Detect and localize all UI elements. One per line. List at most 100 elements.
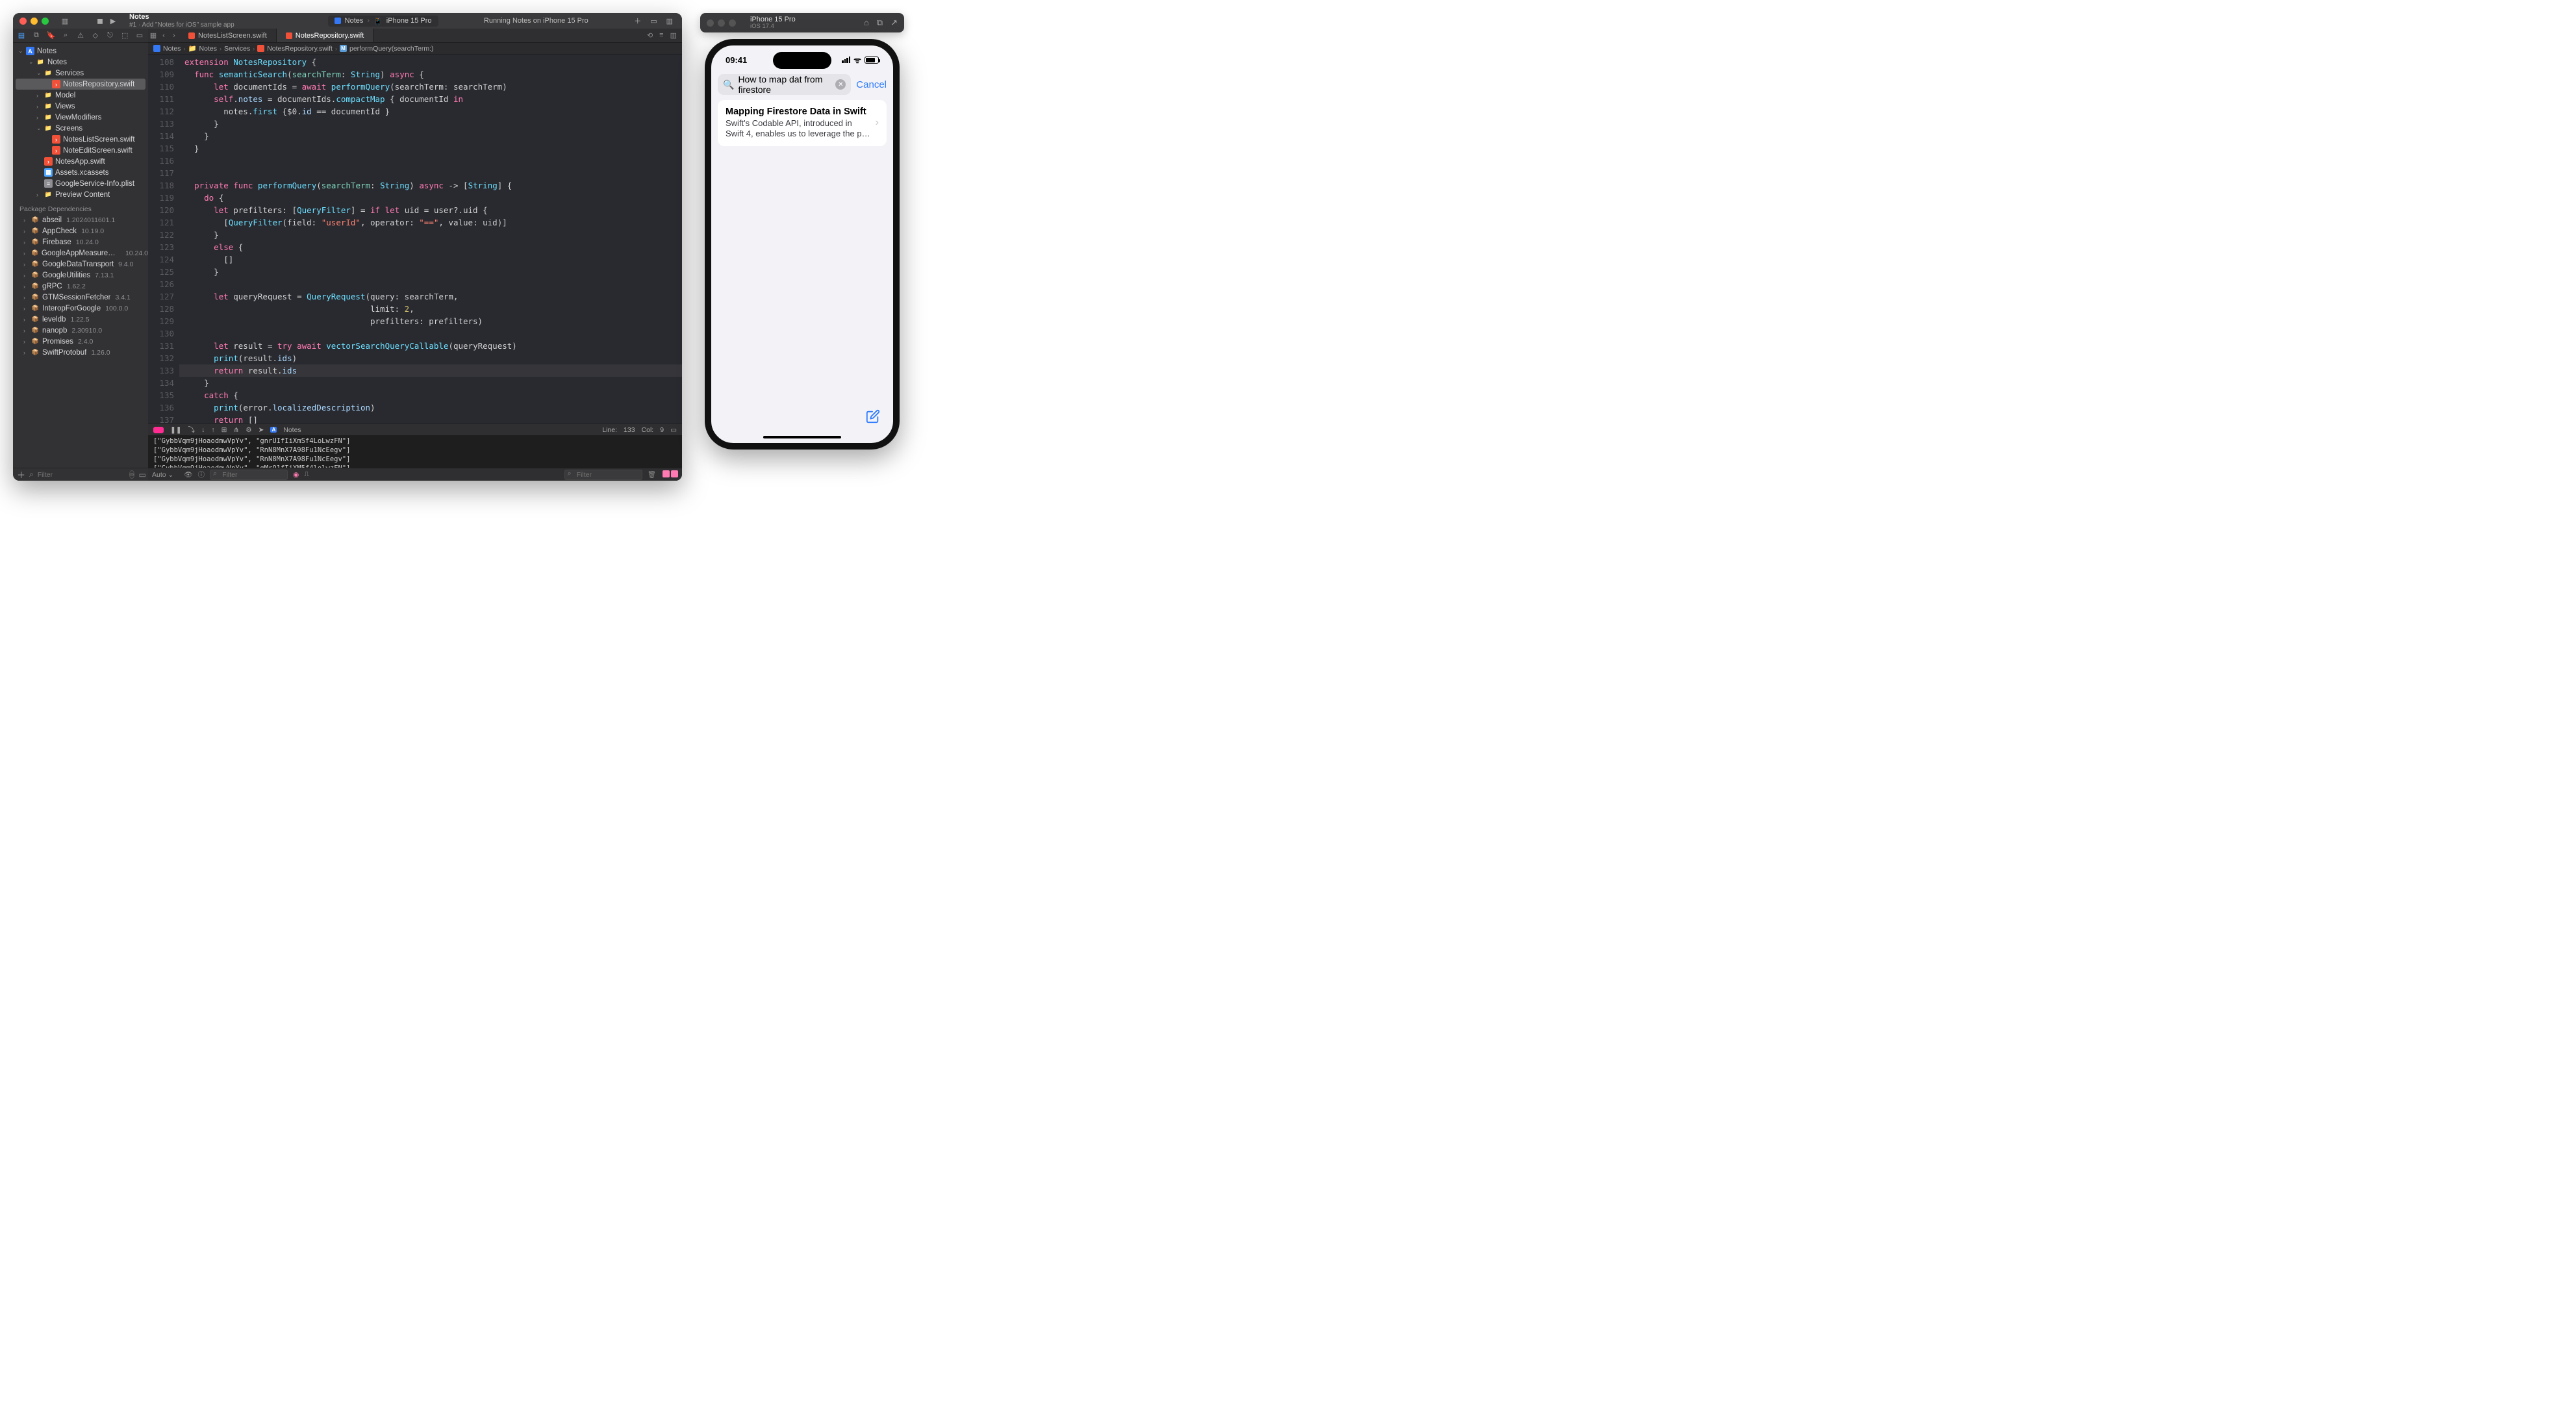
zoom-window-icon[interactable]	[42, 18, 49, 25]
variables-filter-input[interactable]	[210, 470, 288, 480]
scheme-selector[interactable]: Notes › 📱 iPhone 15 Pro	[328, 16, 438, 27]
breakpoint-toggle-icon[interactable]	[153, 427, 164, 433]
eye-icon[interactable]: 👁	[184, 470, 192, 479]
step-into-icon[interactable]: ↓	[201, 426, 205, 434]
home-icon[interactable]: ⌂	[864, 18, 869, 28]
debug-view-icon[interactable]: ⊞	[221, 426, 227, 434]
recent-filter-icon[interactable]: ⊙	[129, 470, 135, 479]
issues-icon[interactable]: ⚠	[76, 31, 85, 40]
compose-button[interactable]	[866, 409, 880, 427]
tree-item[interactable]: ⌄📁Screens	[13, 123, 148, 134]
run-button[interactable]: ▶	[108, 16, 118, 25]
screenshot-icon[interactable]: ⧉	[877, 18, 883, 28]
find-icon[interactable]: ⌕	[61, 31, 70, 40]
editor-tab[interactable]: NotesRepository.swift	[277, 29, 374, 42]
package-item[interactable]: ›📦Promises2.4.0	[13, 336, 148, 347]
window-traffic-lights[interactable]	[19, 18, 49, 25]
pause-icon[interactable]: ❚❚	[170, 426, 182, 434]
bookmark-icon[interactable]: 🔖	[47, 31, 56, 40]
tree-item[interactable]: ›📁Views	[13, 101, 148, 112]
package-item[interactable]: ›📦InteropForGoogle100.0.0	[13, 303, 148, 314]
tree-item[interactable]: ›NotesListScreen.swift	[13, 134, 148, 145]
debug-process-label[interactable]: Notes	[283, 426, 301, 434]
tree-item[interactable]: ›NotesRepository.swift	[16, 79, 145, 90]
package-item[interactable]: ›📦nanopb2.30910.0	[13, 325, 148, 336]
console-filter-input[interactable]	[564, 470, 642, 480]
memory-graph-icon[interactable]: ⋔	[233, 426, 239, 434]
environment-icon[interactable]: ⚙	[246, 426, 251, 434]
project-navigator-icon[interactable]: ▤	[17, 31, 26, 40]
package-item[interactable]: ›📦GoogleDataTransport9.4.0	[13, 259, 148, 270]
info-icon[interactable]: ⓘ	[198, 470, 205, 479]
editor-tab[interactable]: NotesListScreen.swift	[179, 29, 277, 42]
search-result-row[interactable]: Mapping Firestore Data in Swift Swift's …	[718, 100, 887, 146]
debug-icon[interactable]: ⎋	[106, 31, 115, 40]
package-item[interactable]: ›📦Firebase10.24.0	[13, 236, 148, 247]
tree-item[interactable]: ›📁ViewModifiers	[13, 112, 148, 123]
canvas-icon[interactable]: ▭	[670, 426, 677, 434]
home-indicator[interactable]	[763, 436, 841, 438]
step-out-icon[interactable]: ↑	[211, 426, 214, 434]
forward-icon[interactable]: ›	[169, 32, 179, 40]
debug-panel-toggle[interactable]	[661, 470, 678, 479]
metrics-icon[interactable]: ⎍	[304, 470, 309, 479]
add-target-icon[interactable]: ＋	[17, 468, 25, 481]
package-item[interactable]: ›📦SwiftProtobuf1.26.0	[13, 347, 148, 358]
tree-item[interactable]: ›📁Preview Content	[13, 189, 148, 200]
minimize-window-icon[interactable]	[31, 18, 38, 25]
refresh-icon[interactable]: ⟲	[647, 31, 653, 40]
debug-console[interactable]: ["GybbVqm9jHoaodmwVpYv", "gnrUIfIiXmSf4L…	[148, 435, 682, 468]
location-icon[interactable]: ➤	[259, 426, 264, 434]
breakpoints-icon[interactable]: ⬚	[120, 31, 129, 40]
navigator-filter-input[interactable]	[38, 471, 125, 479]
tree-root[interactable]: ⌄ A Notes	[13, 45, 148, 57]
clear-search-icon[interactable]: ✕	[835, 79, 846, 90]
related-items-icon[interactable]: ▦	[148, 31, 158, 40]
tree-item[interactable]: ▦Assets.xcassets	[13, 167, 148, 178]
tree-item[interactable]: ›📁Model	[13, 90, 148, 101]
code-editor[interactable]: 1081091101111121131141151161171181191201…	[148, 55, 682, 424]
search-text[interactable]: How to map dat from firestore	[738, 74, 831, 95]
tree-item[interactable]: ›NoteEditScreen.swift	[13, 145, 148, 156]
package-item[interactable]: ›📦GoogleAppMeasurement10.24.0	[13, 247, 148, 259]
sidebar-toggle-icon[interactable]: ▥	[60, 16, 69, 25]
code-content[interactable]: extension NotesRepository { func semanti…	[179, 55, 682, 424]
sim-traffic-lights[interactable]	[707, 19, 736, 27]
step-over-icon[interactable]: ⤵	[188, 425, 196, 435]
add-icon[interactable]: ＋	[634, 16, 641, 26]
tests-icon[interactable]: ◇	[91, 31, 100, 40]
package-item[interactable]: ›📦GoogleUtilities7.13.1	[13, 270, 148, 281]
close-window-icon[interactable]	[19, 18, 27, 25]
close-window-icon[interactable]	[707, 19, 714, 27]
zoom-window-icon[interactable]	[729, 19, 736, 27]
clear-console-icon[interactable]: 🗑	[648, 470, 656, 479]
minimize-window-icon[interactable]	[718, 19, 725, 27]
package-item[interactable]: ›📦AppCheck10.19.0	[13, 225, 148, 236]
package-item[interactable]: ›📦GTMSessionFetcher3.4.1	[13, 292, 148, 303]
package-item[interactable]: ›📦leveldb1.22.5	[13, 314, 148, 325]
stop-button[interactable]: ◼	[95, 16, 105, 25]
rotate-icon[interactable]: ↗	[890, 18, 898, 28]
navigator-selector[interactable]: ▤ ⧉ 🔖 ⌕ ⚠ ◇ ⎋ ⬚ ▭	[13, 29, 148, 43]
source-control-icon[interactable]: ⧉	[32, 31, 41, 40]
search-field[interactable]: 🔍 How to map dat from firestore ✕	[718, 74, 851, 95]
output-filter-icon[interactable]: ◉	[293, 471, 299, 479]
inspector-toggle-icon[interactable]: ▥	[666, 17, 673, 25]
editor-layout-icon[interactable]: ▥	[670, 31, 677, 40]
jump-bar[interactable]: Notes› 📁 Notes› Services› NotesRepositor…	[148, 43, 682, 55]
project-tree[interactable]: ⌄ A Notes ⌄📁Notes⌄📁Services›NotesReposit…	[13, 43, 148, 468]
tree-item[interactable]: ›NotesApp.swift	[13, 156, 148, 167]
reports-icon[interactable]: ▭	[135, 31, 144, 40]
minimap-icon[interactable]: ≡	[659, 31, 663, 40]
package-item[interactable]: ›📦abseil1.2024011601.1	[13, 214, 148, 225]
variables-scope-selector[interactable]: Auto ⌄	[152, 471, 173, 479]
cancel-button[interactable]: Cancel	[856, 79, 887, 90]
back-icon[interactable]: ‹	[158, 32, 169, 40]
scm-filter-icon[interactable]: ▭	[138, 470, 145, 479]
package-item[interactable]: ›📦gRPC1.62.2	[13, 281, 148, 292]
tree-item[interactable]: ⌄📁Notes	[13, 57, 148, 68]
library-icon[interactable]: ▭	[650, 17, 657, 25]
editor-tabbar[interactable]: ▦ ‹ › NotesListScreen.swiftNotesReposito…	[148, 29, 682, 43]
tree-item[interactable]: ⌄📁Services	[13, 68, 148, 79]
tree-item[interactable]: ≡GoogleService-Info.plist	[13, 178, 148, 189]
